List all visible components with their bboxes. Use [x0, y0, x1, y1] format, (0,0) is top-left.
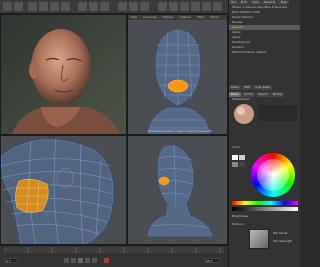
rotate-icon[interactable] — [61, 2, 70, 11]
front-wireframe-mesh — [147, 29, 210, 134]
brightness-label: Brightness — [232, 214, 248, 218]
render-settings-icon[interactable] — [140, 2, 149, 11]
scale-icon[interactable] — [50, 2, 59, 11]
cube-icon[interactable] — [158, 2, 167, 11]
material-settings-area — [259, 105, 297, 121]
preset-swatch[interactable] — [239, 162, 245, 167]
z-axis-icon[interactable] — [100, 2, 109, 11]
color-wheel[interactable] — [251, 153, 295, 197]
menu-display[interactable]: Display — [160, 15, 173, 19]
preset-swatch[interactable] — [239, 155, 245, 160]
attribute-menu: Mode Edit User Data — [229, 85, 300, 90]
mouth-selection — [167, 79, 189, 93]
perspective-wireframe-mesh — [147, 144, 213, 237]
deformer-icon[interactable] — [191, 2, 200, 11]
tab-phong[interactable]: Phong — [270, 92, 284, 97]
am-menu-userdata[interactable]: User Data — [253, 85, 272, 90]
color-label: Color — [232, 145, 240, 149]
menu-cameras[interactable]: Cameras — [141, 15, 156, 19]
color-picker-panel: Color Brightness Texture Mix Mode Mix St… — [228, 145, 300, 267]
timeline-ticks — [3, 247, 221, 253]
brightness-slider[interactable] — [232, 207, 298, 211]
playback-controls: 0 F 90 F — [4, 255, 224, 267]
play-icon[interactable] — [78, 258, 83, 263]
texture-label: Texture — [232, 222, 243, 226]
menu-options[interactable]: Options — [178, 15, 192, 19]
timeline-ruler[interactable] — [3, 247, 224, 253]
viewport-side[interactable] — [0, 135, 127, 245]
light-icon[interactable] — [213, 2, 222, 11]
am-menu-edit[interactable]: Edit — [242, 85, 252, 90]
tab-object[interactable]: Object — [255, 92, 270, 97]
scene-icon[interactable] — [202, 2, 211, 11]
texture-preview[interactable] — [249, 229, 269, 249]
timeline: 0 F 90 F — [0, 245, 228, 267]
y-axis-icon[interactable] — [89, 2, 98, 11]
menu-filter[interactable]: Filter — [195, 15, 204, 19]
render-view-icon[interactable] — [129, 2, 138, 11]
main-toolbar — [0, 0, 228, 14]
go-to-end-icon[interactable] — [92, 258, 97, 263]
menu-panel[interactable]: Panel — [209, 15, 219, 19]
viewport-front[interactable]: View Cameras Display Options Filter Panel Per… — [127, 14, 228, 135]
color-presets — [232, 155, 246, 195]
mouth-selection-persp — [158, 176, 170, 186]
move-icon[interactable] — [39, 2, 48, 11]
frame-start-field[interactable]: 0 F — [4, 258, 18, 263]
object-manager: File Edit View Objects Tags Strahl in Sehnen… — [228, 0, 300, 85]
viewport-status-text: Perspective (camera: mask), no key: Focu… — [148, 130, 212, 133]
material-preview-sphere[interactable] — [233, 103, 255, 125]
mouth-selection-side — [15, 178, 49, 213]
select-icon[interactable] — [28, 2, 37, 11]
redo-icon[interactable] — [14, 2, 23, 11]
render-icon[interactable] — [118, 2, 127, 11]
frame-end-field[interactable]: 90 F — [204, 258, 220, 263]
rendered-head-image — [1, 15, 126, 134]
preset-swatch[interactable] — [232, 162, 238, 167]
go-to-start-icon[interactable] — [64, 258, 69, 263]
undo-icon[interactable] — [3, 2, 12, 11]
hue-slider[interactable] — [232, 201, 298, 205]
record-icon[interactable] — [104, 258, 109, 263]
side-wireframe-mesh — [1, 137, 114, 244]
viewport-render[interactable] — [0, 14, 127, 135]
preset-swatch[interactable] — [232, 155, 238, 160]
spline-icon[interactable] — [169, 2, 178, 11]
viewport-perspective[interactable] — [127, 135, 228, 245]
object-item[interactable]: Texture Environ Object — [229, 50, 300, 55]
mix-mode-label: Mix Mode — [273, 231, 288, 235]
attribute-manager: Mode Edit User Data Basic Coord Object Phong … — [228, 85, 300, 145]
x-axis-icon[interactable] — [78, 2, 87, 11]
menu-view[interactable]: View — [128, 15, 137, 19]
next-frame-icon[interactable] — [85, 258, 90, 263]
am-menu-mode[interactable]: Mode — [229, 85, 242, 90]
nurbs-icon[interactable] — [180, 2, 189, 11]
mix-strength-label: Mix Strength — [273, 239, 293, 243]
material-name: Fleischkopf — [232, 97, 249, 101]
prev-frame-icon[interactable] — [71, 258, 76, 263]
